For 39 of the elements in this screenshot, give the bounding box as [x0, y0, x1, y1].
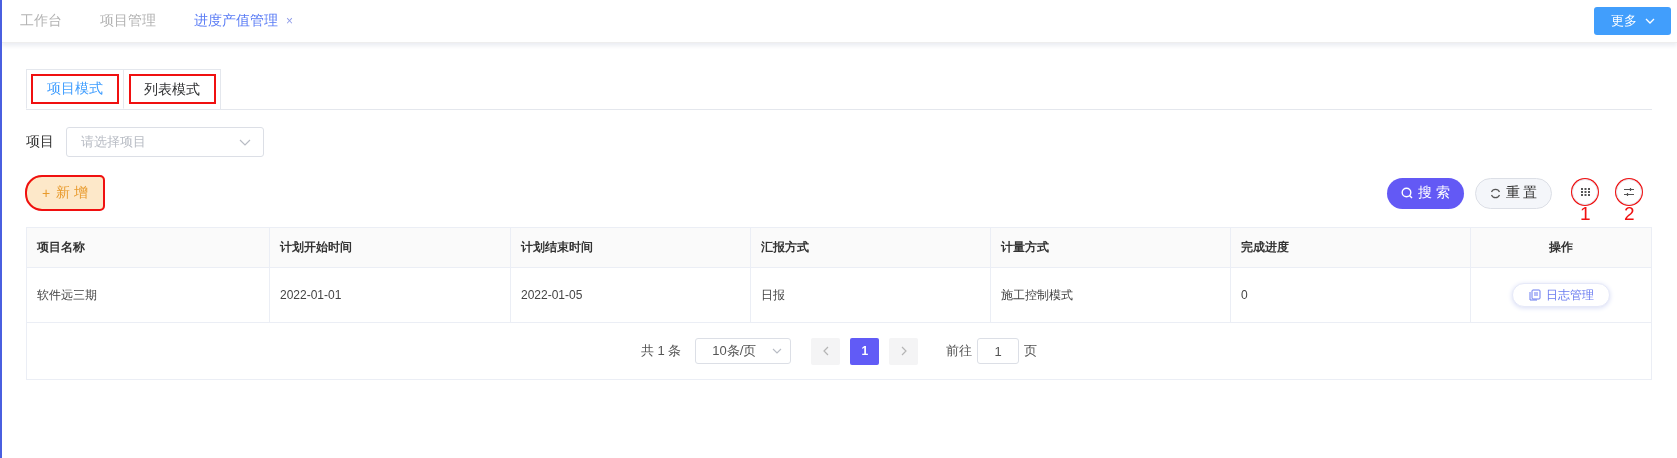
- grid-button[interactable]: [1572, 179, 1598, 205]
- grid-icon: [1580, 188, 1590, 196]
- page-size-select[interactable]: 10条/页: [695, 338, 792, 364]
- reset-button[interactable]: 重 置: [1475, 177, 1552, 209]
- page-suffix: 页: [1024, 342, 1038, 360]
- column-header[interactable]: 操作: [1470, 227, 1652, 268]
- table-cell: 日报: [750, 267, 991, 323]
- chevron-down-icon: [239, 138, 251, 146]
- log-button[interactable]: 日志管理: [1512, 283, 1610, 307]
- chevron-down-icon: [1644, 18, 1655, 24]
- column-header[interactable]: 完成进度: [1230, 227, 1471, 268]
- column-header[interactable]: 汇报方式: [750, 227, 991, 268]
- column-header[interactable]: 计量方式: [990, 227, 1231, 268]
- page-input[interactable]: 1: [977, 338, 1020, 364]
- chevron-right-icon: [900, 346, 907, 356]
- table-cell: 2022-01-05: [510, 267, 751, 323]
- table-cell: 0: [1230, 267, 1471, 323]
- column-header[interactable]: 计划开始时间: [269, 227, 511, 268]
- page-button[interactable]: 1: [850, 337, 880, 365]
- mode-tab[interactable]: 列表模式: [124, 69, 221, 109]
- filter-button[interactable]: [1616, 179, 1642, 205]
- column-header[interactable]: 项目名称: [26, 227, 270, 268]
- refresh-icon: [1489, 187, 1501, 199]
- sliders-icon: [1624, 188, 1634, 196]
- search-icon: [1401, 187, 1414, 199]
- field-label: 项目: [26, 133, 54, 151]
- annotation-number: 1: [1580, 204, 1591, 224]
- chevron-down-icon: [772, 348, 783, 354]
- column-header[interactable]: 计划结束时间: [510, 227, 751, 268]
- total-count: 共 1 条: [640, 342, 682, 360]
- table-cell: 2022-01-01: [269, 267, 511, 323]
- table-cell: 施工控制模式: [990, 267, 1231, 323]
- goto-label: 前往: [946, 342, 973, 360]
- search-button[interactable]: 搜 索: [1387, 177, 1464, 209]
- nav-tab[interactable]: 进度产值管理 ×: [194, 12, 293, 30]
- document-icon: [1528, 289, 1541, 301]
- annotation-number: 2: [1624, 204, 1635, 224]
- table-cell: 软件远三期: [26, 267, 270, 323]
- chevron-left-icon: [822, 346, 829, 356]
